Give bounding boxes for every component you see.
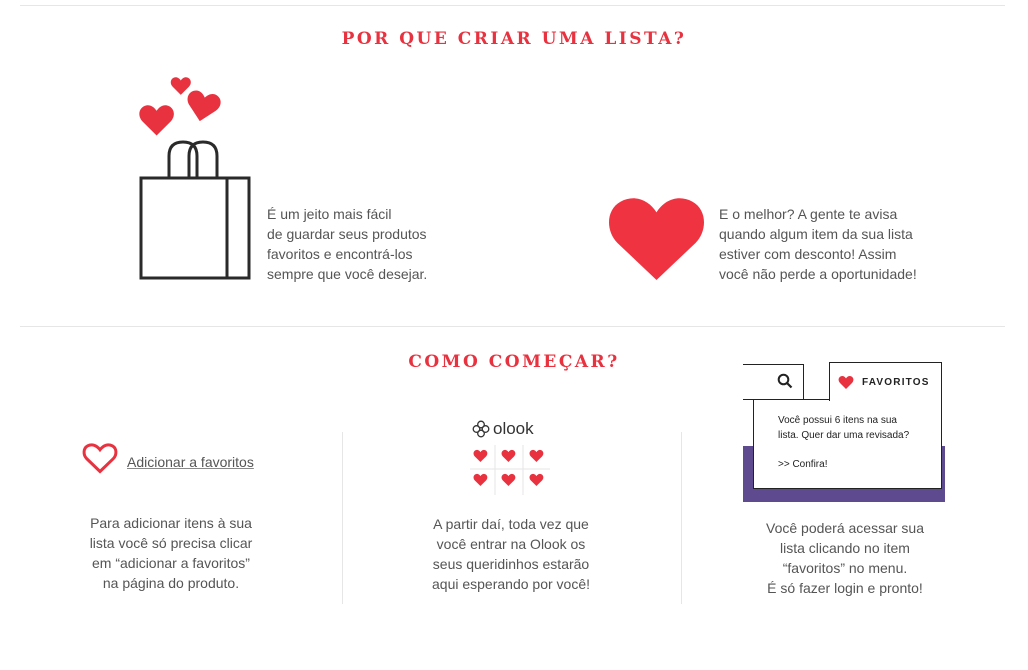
top-divider [20, 5, 1005, 6]
shopping-bag-icon [139, 140, 251, 280]
heart-outline-icon[interactable] [82, 442, 118, 474]
section-divider [20, 326, 1005, 327]
step3-text: Você poderá acessar sua lista clicando n… [766, 520, 924, 596]
step1-text: Para adicionar itens à sua lista você só… [89, 515, 253, 591]
menu-mock-search [743, 364, 804, 400]
heart-icon [838, 375, 854, 389]
step2-text: A partir daí, toda vez que você entrar n… [432, 516, 590, 592]
hearts-icon [139, 77, 221, 136]
column-separator [681, 432, 682, 604]
big-heart-icon [608, 198, 705, 280]
popup-message: Você possui 6 itens na sua lista. Quer d… [778, 415, 910, 441]
popup-confira-link[interactable]: >> Confira! [778, 459, 827, 470]
favorites-tab-label: FAVORITOS [862, 377, 930, 388]
easy-text: É um jeito mais fácil de guardar seus pr… [267, 206, 428, 282]
add-to-favorites-link[interactable]: Adicionar a favoritos [127, 454, 254, 470]
notify-text: E o melhor? A gente te avisa quando algu… [719, 206, 917, 282]
favorites-grid-icon [470, 445, 550, 495]
search-icon [777, 373, 793, 389]
olook-logo-icon [472, 420, 490, 438]
olook-logo-text: olook [493, 419, 534, 438]
why-section-title: POR QUE CRIAR UMA LISTA? [341, 29, 687, 49]
column-separator [342, 432, 343, 604]
